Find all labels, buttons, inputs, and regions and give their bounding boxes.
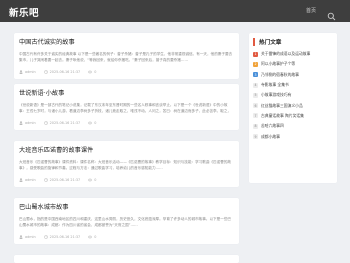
- user-icon: [19, 235, 23, 239]
- post-excerpt: 《世说新语》是一部古代的笔记小说集，记载了东汉末年至东晋时期的一些名人轶事和言谈…: [19, 103, 232, 113]
- post-views: 0: [88, 70, 96, 74]
- post-card[interactable]: 巴山蜀水城市故事 巴山蜀水，指的是中国西南地区的四川和重庆，这里山水秀丽，历史悠…: [14, 198, 239, 244]
- rank-badge: 3: [253, 72, 258, 78]
- clock-icon: [43, 178, 48, 182]
- hot-article-item[interactable]: 3 乃邻侧的宿春秋的故事: [253, 70, 335, 80]
- hot-article-label: 古典童话故事 陶片笑话集: [261, 112, 304, 118]
- eye-icon: [88, 121, 93, 125]
- hot-article-item[interactable]: 1 关于雷锋的成语以及运动故事: [253, 49, 335, 59]
- rank-badge: 5: [253, 92, 258, 98]
- hot-article-item[interactable]: 7 古典童话故事 陶片笑话集: [253, 111, 335, 121]
- post-card[interactable]: [14, 255, 239, 263]
- post-card[interactable]: 世说新语·小故事 《世说新语》是一部古代的笔记小说集，记载了东汉末年至东晋时期的…: [14, 84, 239, 130]
- post-views-count: 0: [94, 121, 97, 125]
- rank-badge: 8: [253, 123, 258, 129]
- post-author-name: admin: [25, 121, 36, 125]
- search-icon[interactable]: [327, 6, 336, 21]
- rank-badge: 7: [253, 113, 258, 119]
- rank-badge: 2: [253, 61, 258, 67]
- hot-article-label: 成都小故事: [261, 133, 280, 139]
- site-logo[interactable]: 新乐吧: [9, 5, 39, 19]
- hot-article-item[interactable]: 9 成都小故事: [253, 131, 335, 141]
- post-title[interactable]: 中国古代诚实的故事: [19, 37, 75, 46]
- post-excerpt: 大班音乐《匹诺曹的故事》课件资料：课件名称：大班音乐活动——《匹诺曹的故事》教学…: [19, 160, 232, 170]
- clock-icon: [43, 235, 48, 239]
- post-date: 2025-06-16 21:37: [43, 70, 81, 74]
- clock-icon: [43, 70, 48, 74]
- post-title[interactable]: 世说新语·小故事: [19, 88, 64, 97]
- post-date: 2025-06-16 21:37: [43, 235, 81, 239]
- hot-article-item[interactable]: 6 红丝猫故事三国演义小品: [253, 100, 335, 110]
- hot-article-label: 小故事游戏技巧有: [261, 92, 292, 98]
- post-author[interactable]: admin: [19, 178, 36, 182]
- post-date: 2025-06-16 21:37: [43, 178, 81, 182]
- hot-article-label: 乃邻侧的宿春秋的故事: [261, 71, 299, 77]
- post-views-count: 0: [94, 235, 97, 239]
- user-icon: [19, 178, 23, 182]
- post-author-name: admin: [25, 235, 36, 239]
- post-date-text: 2025-06-16 21:37: [49, 235, 81, 239]
- hot-article-item[interactable]: 8 苦哈六故事四: [253, 121, 335, 131]
- post-date: 2025-06-16 21:37: [43, 121, 81, 125]
- post-author-name: admin: [25, 70, 36, 74]
- rank-badge: 4: [253, 82, 258, 88]
- post-meta: admin 2025-06-16 21:37 0: [19, 234, 104, 240]
- post-card[interactable]: 大班音乐匹诺曹的故事课件 大班音乐《匹诺曹的故事》课件资料：课件名称：大班音乐活…: [14, 141, 239, 187]
- rank-badge: 1: [253, 51, 258, 57]
- eye-icon: [88, 178, 93, 182]
- post-date-text: 2025-06-16 21:37: [49, 70, 81, 74]
- user-icon: [19, 70, 23, 74]
- hot-article-item[interactable]: 4 寺影故事 全集书: [253, 80, 335, 90]
- user-icon: [19, 121, 23, 125]
- post-author[interactable]: admin: [19, 121, 36, 125]
- hot-article-label: 寺影故事 全集书: [261, 82, 289, 88]
- post-meta: admin 2025-06-16 21:37 0: [19, 69, 104, 75]
- eye-icon: [88, 70, 93, 74]
- hot-article-item[interactable]: 5 小故事游戏技巧有: [253, 90, 335, 100]
- hot-articles-sidebar: 热门文章 1 关于雷锋的成语以及运动故事 2 阿以小故事护子个等 3 乃邻侧的宿春秋的故事…: [249, 33, 337, 183]
- hot-article-item[interactable]: 2 阿以小故事护子个等: [253, 59, 335, 69]
- hot-article-label: 阿以小故事护子个等: [261, 61, 296, 67]
- hot-article-list: 1 关于雷锋的成语以及运动故事 2 阿以小故事护子个等 3 乃邻侧的宿春秋的故事 4 寺影故事…: [253, 49, 335, 142]
- post-views: 0: [88, 178, 96, 182]
- post-meta: admin 2025-06-16 21:37 0: [19, 177, 104, 183]
- eye-icon: [88, 235, 93, 239]
- post-views: 0: [88, 121, 96, 125]
- clock-icon: [43, 121, 48, 125]
- post-views: 0: [88, 235, 96, 239]
- nav-home-link[interactable]: 首页: [306, 7, 316, 14]
- post-meta: admin 2025-06-16 21:37 0: [19, 120, 104, 126]
- rank-badge: 9: [253, 134, 258, 140]
- post-author-name: admin: [25, 178, 36, 182]
- post-excerpt: 中国古代有许多关于诚实的经典故事 以下是一些著名的例子：曾子杀猪：曾子是孔子的学…: [19, 52, 233, 62]
- sidebar-title: 热门文章: [253, 38, 281, 46]
- top-navbar: 新乐吧 首页: [0, 0, 350, 22]
- post-date-text: 2025-06-16 21:37: [49, 121, 81, 125]
- sidebar-title-text: 热门文章: [259, 40, 282, 46]
- hot-article-label: 关于雷锋的成语以及运动故事: [261, 51, 311, 57]
- post-title[interactable]: 巴山蜀水城市故事: [19, 202, 69, 211]
- post-author[interactable]: admin: [19, 235, 36, 239]
- post-author[interactable]: admin: [19, 70, 36, 74]
- hot-article-label: 苦哈六故事四: [261, 123, 284, 129]
- post-date-text: 2025-06-16 21:37: [49, 178, 81, 182]
- title-accent-bar: [253, 38, 255, 46]
- post-card[interactable]: 中国古代诚实的故事 中国古代有许多关于诚实的经典故事 以下是一些著名的例子：曾子…: [14, 33, 239, 79]
- post-excerpt: 巴山蜀水，指的是中国西南地区的四川和重庆，这里山水秀丽，历史悠久，文化底蕴深厚。…: [19, 217, 232, 227]
- hot-article-label: 红丝猫故事三国演义小品: [261, 102, 303, 108]
- post-views-count: 0: [94, 70, 97, 74]
- rank-badge: 6: [253, 103, 258, 109]
- post-views-count: 0: [94, 178, 97, 182]
- post-title[interactable]: 大班音乐匹诺曹的故事课件: [19, 145, 93, 154]
